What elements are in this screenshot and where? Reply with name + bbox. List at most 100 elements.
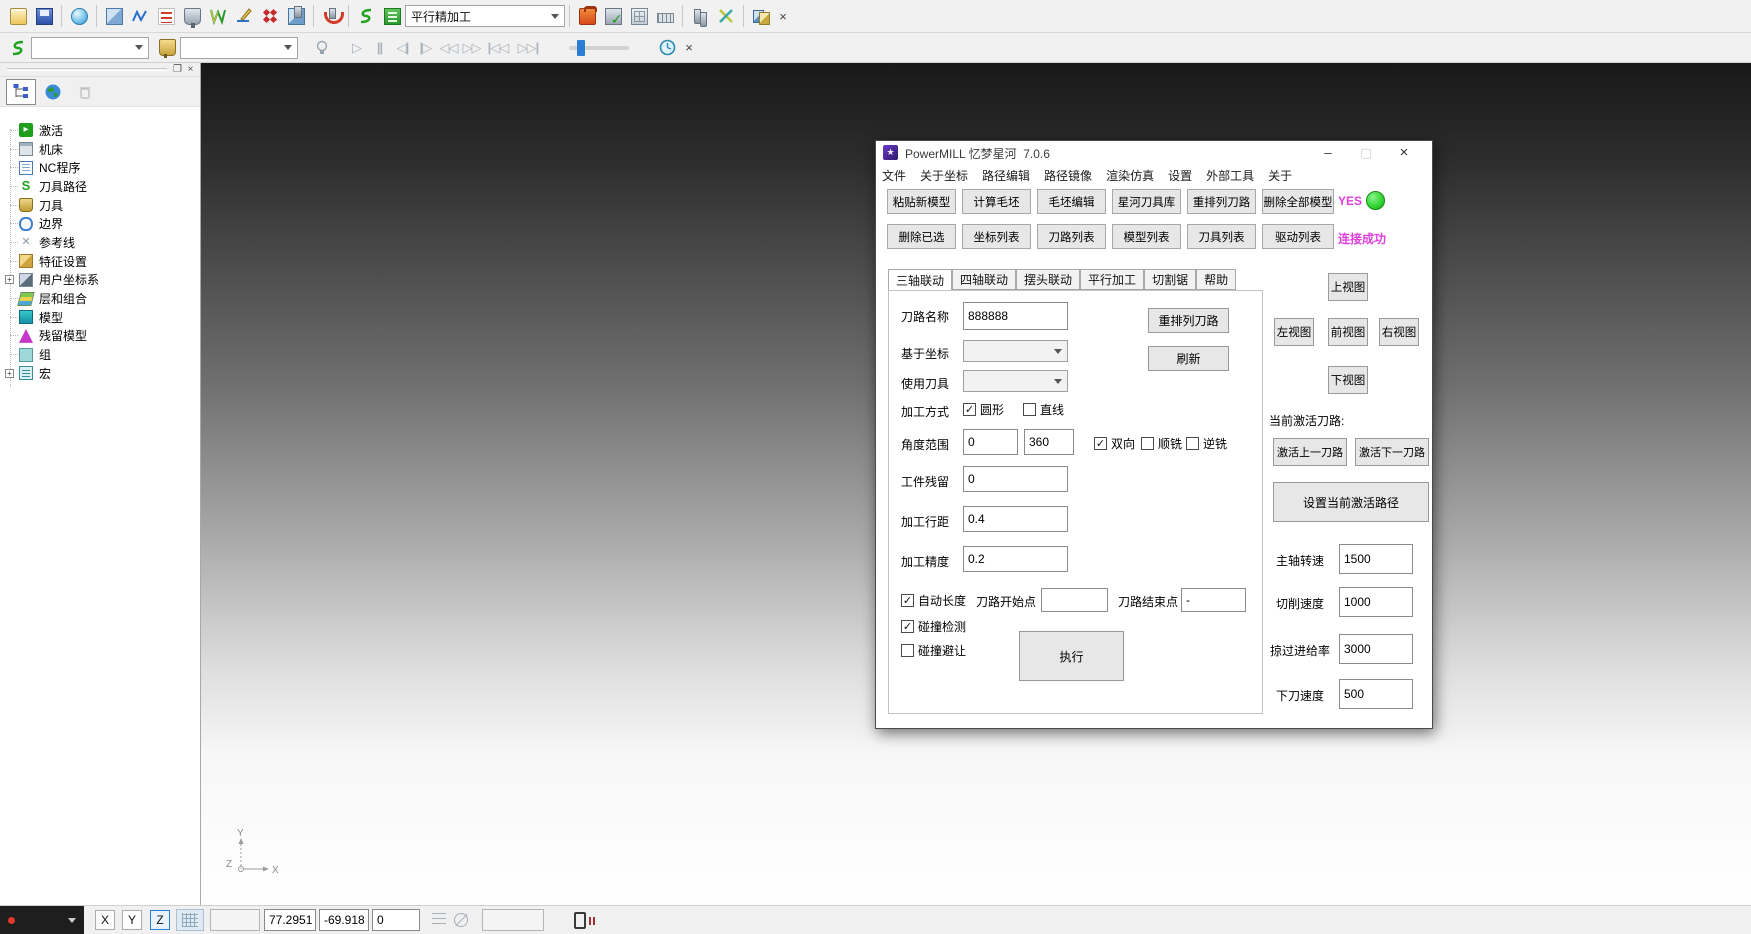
angle-to-input[interactable] [1024,429,1074,455]
tree-item-nc-programs[interactable]: NC程序 [0,158,200,177]
expand-plus-icon[interactable] [5,369,14,378]
menu-path-edit[interactable]: 路径编辑 [982,167,1030,184]
tree-item-toolpaths[interactable]: 刀具路径 [0,177,200,196]
delete-all-models-button[interactable]: 删除全部模型 [1262,189,1334,214]
menu-path-mirror[interactable]: 路径镜像 [1044,167,1092,184]
axis-y-button[interactable]: Y [122,910,142,930]
fast-forward-icon[interactable]: ▷▷ [460,40,483,56]
tab-help[interactable]: 帮助 [1196,269,1236,290]
use-tool-combobox[interactable] [963,370,1068,392]
cutting-feed-input[interactable] [1339,587,1413,617]
status-empty-field-2[interactable] [482,909,544,931]
pattern-pencil-icon[interactable] [232,3,256,29]
grid-toggle-button[interactable] [176,909,204,931]
device-pause-icon[interactable] [574,912,586,929]
minimize-button[interactable]: – [1309,141,1347,164]
tool-icon[interactable] [180,3,204,29]
bidirectional-checkbox[interactable]: ✓ 双向 [1094,435,1135,452]
explorer-trash-tab[interactable] [70,79,100,105]
slider-handle[interactable] [577,40,585,56]
verify-tool-icon[interactable] [601,3,625,29]
collision-check-checkbox[interactable]: ✓ 碰撞检测 [901,618,966,635]
tree-item-feature-sets[interactable]: 特征设置 [0,252,200,271]
axis-z-button[interactable]: Z [150,910,170,930]
sim-toolpath-combobox[interactable] [31,37,149,59]
tree-item-activate[interactable]: 激活 [0,121,200,140]
spindle-speed-input[interactable] [1339,544,1413,574]
explorer-tree-tab[interactable] [6,79,36,105]
block-edit-button[interactable]: 毛坯编辑 [1037,189,1106,214]
toolpath-zigzag-icon[interactable] [128,3,152,29]
line-checkbox[interactable]: 直线 [1023,401,1064,418]
menu-external-tools[interactable]: 外部工具 [1206,167,1254,184]
lightbulb-icon[interactable] [310,35,334,61]
tool-library-button[interactable]: 星河刀具库 [1112,189,1181,214]
tree-item-reference-lines[interactable]: 参考线 [0,233,200,252]
cubes-pair-icon[interactable] [749,3,773,29]
set-active-path-button[interactable]: 设置当前激活路径 [1273,482,1429,522]
drive-list-button[interactable]: 驱动列表 [1262,224,1334,249]
toolpath-list-button[interactable]: 刀路列表 [1037,224,1106,249]
simulation-speed-slider[interactable] [569,46,629,50]
ruler-icon[interactable] [653,3,677,29]
execute-button[interactable]: 执行 [1019,631,1124,681]
print-sphere-icon[interactable] [67,3,91,29]
tree-item-macros[interactable]: 宏 [0,364,200,383]
step-forward-icon[interactable]: |▷ [414,40,437,56]
tab-saw[interactable]: 切割锯 [1144,269,1196,290]
tree-item-levels-and-sets[interactable]: 层和组合 [0,289,200,308]
tool-pair-icon[interactable] [688,3,712,29]
close-button[interactable]: × [1385,141,1423,164]
step-back-icon[interactable]: ◁| [391,40,414,56]
pause-icon[interactable]: || [368,40,391,55]
open-file-icon[interactable] [6,3,30,29]
menu-settings[interactable]: 设置 [1168,167,1192,184]
delete-selected-button[interactable]: 删除已选 [887,224,956,249]
model-list-button[interactable]: 模型列表 [1112,224,1181,249]
paste-new-model-button[interactable]: 粘贴新模型 [887,189,956,214]
rearrange-toolpaths-button[interactable]: 重排列刀路 [1187,189,1256,214]
strategy-list-icon[interactable] [380,3,404,29]
tab-parallel[interactable]: 平行加工 [1080,269,1144,290]
strategy-combobox[interactable]: 平行精加工 [405,5,565,27]
toolbox-icon[interactable] [575,3,599,29]
conventional-mill-checkbox[interactable]: 逆铣 [1186,435,1227,452]
coord-x-field[interactable]: 77.2951 [264,909,316,931]
skip-to-end-icon[interactable]: ▷▷| [513,40,543,56]
explorer-globe-tab[interactable] [38,79,68,105]
axis-x-button[interactable]: X [95,910,115,930]
circle-checkbox[interactable]: ✓ 圆形 [963,401,1004,418]
points-pattern-icon[interactable] [258,3,282,29]
panel-drag-handle[interactable]: ❐ × [0,63,200,77]
tree-item-machine-tool[interactable]: 机床 [0,140,200,159]
tree-item-tools[interactable]: 刀具 [0,196,200,215]
activate-next-toolpath-button[interactable]: 激活下一刀路 [1355,438,1429,466]
stepover-input[interactable] [963,506,1068,532]
toolbar-close-icon[interactable]: × [775,8,791,24]
tree-item-workplanes[interactable]: 用户坐标系 [0,271,200,290]
status-combobox[interactable] [0,906,84,934]
feeds-icon[interactable] [154,3,178,29]
tab-tilt-head[interactable]: 摆头联动 [1016,269,1080,290]
block-icon[interactable] [102,3,126,29]
maximize-button[interactable]: ▢ [1347,141,1385,164]
tab-3axis[interactable]: 三轴联动 [888,269,952,291]
tab-4axis[interactable]: 四轴联动 [952,269,1016,290]
tool-block-icon[interactable] [284,3,308,29]
calculator-icon[interactable] [627,3,651,29]
menu-about[interactable]: 关于 [1268,167,1292,184]
rewind-icon[interactable]: ◁◁ [437,40,460,56]
view-right-button[interactable]: 右视图 [1379,318,1419,346]
menu-about-coords[interactable]: 关于坐标 [920,167,968,184]
view-front-button[interactable]: 前视图 [1328,318,1368,346]
dialog-titlebar[interactable]: PowerMILL 忆梦星河 7.0.6 – ▢ × [876,141,1432,164]
toolpath-s-icon[interactable] [354,3,378,29]
base-coord-combobox[interactable] [963,340,1068,362]
view-left-button[interactable]: 左视图 [1274,318,1314,346]
panel-close-icon[interactable]: × [184,64,197,76]
refresh-button[interactable]: 刷新 [1148,346,1229,371]
tree-item-boundaries[interactable]: 边界 [0,214,200,233]
menu-render-sim[interactable]: 渲染仿真 [1106,167,1154,184]
skip-to-start-icon[interactable]: |◁◁ [483,40,513,56]
tree-item-models[interactable]: 模型 [0,308,200,327]
